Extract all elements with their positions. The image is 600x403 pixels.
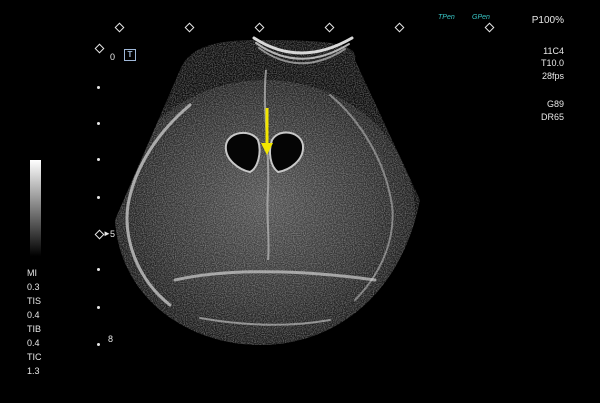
- preset-badge-right: GPen: [472, 14, 490, 21]
- acoustic-tic-label: TIC: [27, 352, 42, 362]
- acoustic-panel: MI 0.3 TIS 0.4 TIB 0.4 TIC 1.3: [27, 268, 42, 376]
- depth-tick: [97, 343, 100, 346]
- depth-tick: [97, 86, 100, 89]
- depth-label-top: 0: [110, 52, 116, 62]
- dynamic-range-readout: DR65: [540, 112, 564, 122]
- depth-tick: [97, 122, 100, 125]
- depth-tick: [97, 306, 100, 309]
- depth-tick: [97, 268, 100, 271]
- probe-orientation-icon: T: [124, 49, 136, 61]
- depth-label-mid: 5: [110, 229, 116, 239]
- gain-readout: G89: [546, 99, 564, 109]
- depth-label-bottom: 8: [108, 334, 114, 344]
- preset-badge-left: TPen: [438, 14, 455, 21]
- ultrasound-scan-image: [115, 36, 420, 345]
- acoustic-mi-label: MI: [27, 268, 37, 278]
- acoustic-tib-label: TIB: [27, 324, 42, 334]
- acoustic-mi-value: 0.3: [27, 282, 40, 292]
- acoustic-tis-value: 0.4: [27, 310, 40, 320]
- ultrasound-screen: 0 T ► 5 8 MI 0.3 TIS 0.4 TIB 0.4 TIC 1.3…: [0, 0, 600, 403]
- frame-rate: 28fps: [541, 71, 564, 81]
- grayscale-bar: [30, 160, 41, 256]
- acoustic-tis-label: TIS: [27, 296, 42, 306]
- acoustic-tib-value: 0.4: [27, 338, 40, 348]
- acoustic-tic-value: 1.3: [27, 366, 40, 376]
- tissue-setting: T10.0: [540, 58, 564, 68]
- power-readout: P100%: [531, 15, 564, 26]
- depth-tick: [97, 158, 100, 161]
- depth-tick: [97, 196, 100, 199]
- probe-frequency: 11C4: [543, 46, 564, 56]
